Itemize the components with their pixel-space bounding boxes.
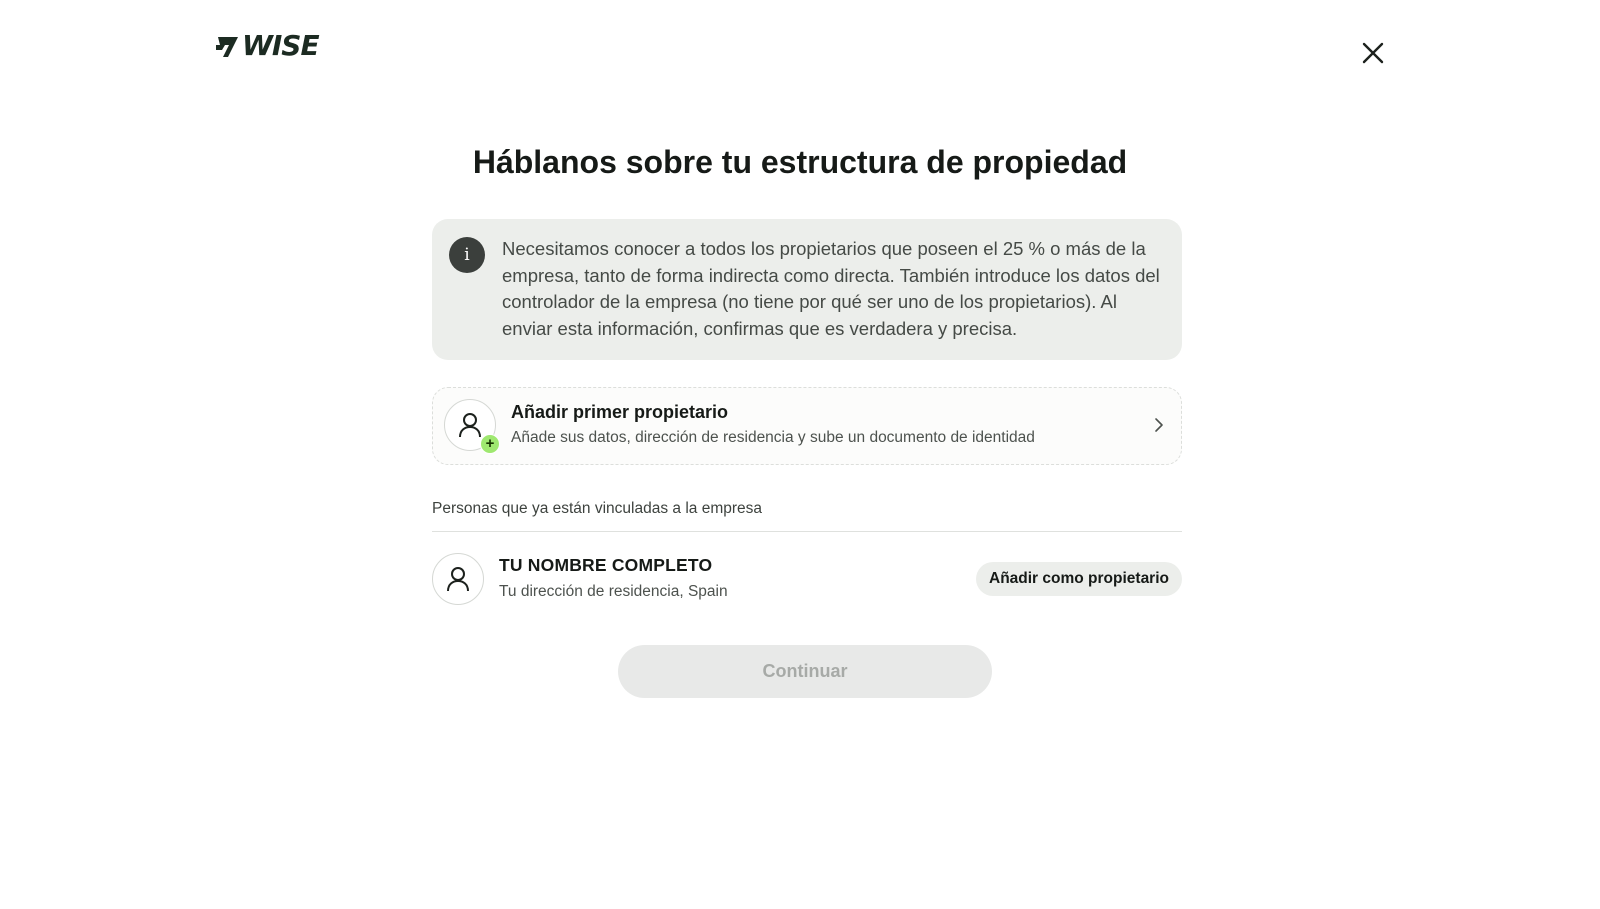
- divider: [432, 531, 1182, 532]
- person-icon: [459, 413, 481, 438]
- brand-wordmark: WISE: [242, 29, 320, 62]
- wise-logo[interactable]: WISE: [216, 29, 320, 62]
- page: WISE Háblanos sobre tu estructura de pro…: [0, 0, 1600, 909]
- add-first-owner-card[interactable]: [432, 387, 1182, 465]
- close-icon: [1362, 42, 1384, 64]
- linked-people-label: Personas que ya están vinculadas a la em…: [432, 500, 763, 517]
- plus-badge-icon: +: [480, 434, 500, 454]
- info-icon: i: [449, 237, 485, 273]
- wise-flag-icon: [216, 37, 238, 57]
- person-name: TU NOMBRE COMPLETO: [499, 555, 713, 575]
- info-text: Necesitamos conocer a todos los propieta…: [502, 238, 1160, 339]
- page-title: Háblanos sobre tu estructura de propieda…: [472, 144, 1128, 180]
- continue-button[interactable]: Continuar: [618, 645, 992, 698]
- add-as-owner-button[interactable]: Añadir como propietario: [976, 562, 1182, 596]
- avatar: [432, 553, 484, 605]
- person-icon: [447, 567, 469, 592]
- chevron-right-icon: [1155, 418, 1163, 432]
- person-address: Tu dirección de residencia, Spain: [499, 583, 728, 600]
- add-owner-title: Añadir primer propietario: [511, 402, 729, 422]
- close-button[interactable]: [1358, 38, 1388, 68]
- add-owner-subtitle: Añade sus datos, dirección de residencia…: [511, 429, 1035, 446]
